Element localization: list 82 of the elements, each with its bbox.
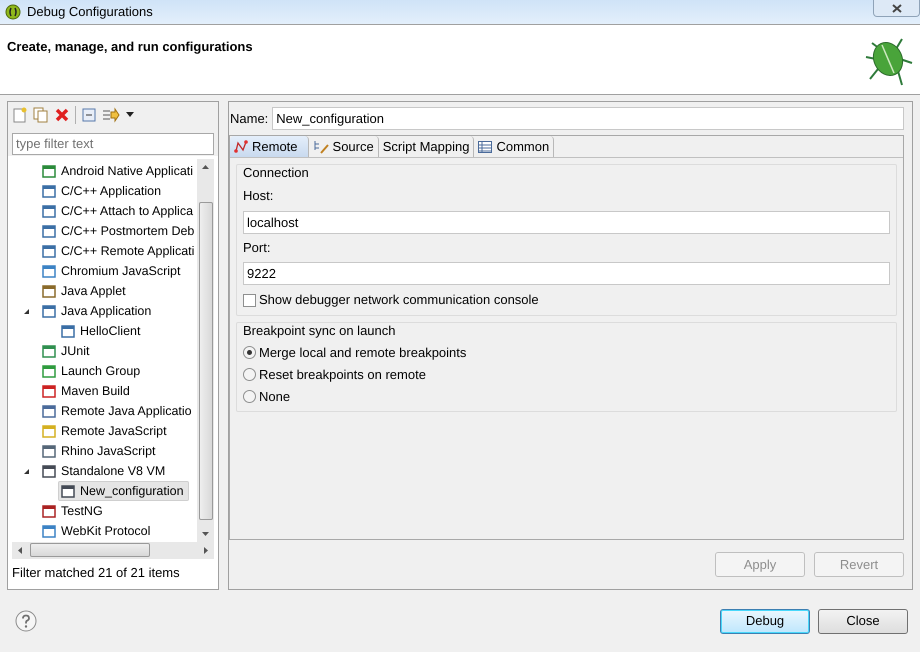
close-button[interactable] bbox=[873, 0, 920, 17]
radio-label: None bbox=[259, 388, 290, 406]
configuration-type-icon bbox=[42, 304, 56, 318]
configuration-type-icon bbox=[61, 324, 75, 338]
configuration-type-icon bbox=[42, 164, 56, 178]
tab[interactable]: Script Mapping bbox=[378, 136, 474, 158]
configuration-type-icon bbox=[42, 244, 56, 258]
configuration-type-icon bbox=[42, 464, 56, 478]
configuration-type-icon bbox=[42, 404, 56, 418]
tree-item[interactable]: C/C++ Attach to Applica bbox=[39, 201, 197, 222]
group-title: Connection bbox=[243, 165, 310, 182]
expand-toggle-icon[interactable] bbox=[22, 468, 30, 475]
configuration-type-icon bbox=[42, 184, 56, 198]
expand-toggle-icon[interactable] bbox=[22, 308, 30, 315]
vertical-scrollbar[interactable] bbox=[197, 159, 214, 542]
app-icon bbox=[5, 4, 21, 20]
radio-label: Merge local and remote breakpoints bbox=[259, 344, 466, 362]
tree-item[interactable]: Launch Group bbox=[39, 361, 146, 382]
tree-item[interactable]: Rhino JavaScript bbox=[39, 441, 160, 462]
dialog-button[interactable]: Close bbox=[818, 608, 908, 634]
filter-field[interactable]: type filter text bbox=[12, 132, 214, 155]
dropdown-caret-icon[interactable] bbox=[126, 112, 134, 118]
configuration-type-icon bbox=[61, 484, 75, 498]
scrollbar-thumb[interactable] bbox=[30, 543, 150, 558]
configuration-type-icon bbox=[42, 284, 56, 298]
header-title: Create, manage, and run configurations bbox=[7, 38, 253, 56]
configuration-type-icon bbox=[42, 204, 56, 218]
source-tree-icon bbox=[312, 140, 329, 154]
tree-item[interactable]: Chromium JavaScript bbox=[39, 261, 186, 282]
tree-item[interactable]: C/C++ Application bbox=[39, 181, 166, 202]
radio-label: Reset breakpoints on remote bbox=[259, 366, 426, 384]
radio-button[interactable] bbox=[243, 346, 256, 360]
window-title: Debug Configurations bbox=[27, 3, 153, 22]
connection-icon bbox=[234, 140, 248, 154]
port-label: Port: bbox=[243, 238, 272, 257]
help-icon[interactable] bbox=[15, 610, 37, 632]
tree-item[interactable]: JUnit bbox=[39, 341, 94, 362]
tab[interactable]: Source bbox=[308, 136, 379, 158]
group-title: Breakpoint sync on launch bbox=[243, 322, 396, 339]
filter-status: Filter matched 21 of 21 items bbox=[11, 564, 181, 582]
tree-item[interactable]: Java Application bbox=[39, 301, 156, 322]
checkbox-label: Show debugger network communication console bbox=[259, 291, 539, 310]
port-field[interactable]: 9222 bbox=[243, 262, 890, 286]
duplicate-icon[interactable] bbox=[33, 106, 49, 123]
tree-item[interactable]: Java Applet bbox=[39, 281, 131, 302]
checkbox[interactable] bbox=[243, 294, 256, 307]
configuration-type-icon bbox=[42, 524, 56, 538]
tree-item[interactable]: TestNG bbox=[39, 501, 108, 522]
tree-item[interactable]: Standalone V8 VM bbox=[39, 461, 170, 482]
delete-icon[interactable] bbox=[55, 108, 69, 122]
filter-icon[interactable] bbox=[102, 106, 120, 123]
tree-item[interactable]: Maven Build bbox=[39, 381, 135, 402]
tree-item[interactable]: C/C++ Remote Applicati bbox=[39, 241, 197, 262]
host-field[interactable]: localhost bbox=[243, 210, 890, 234]
radio-button[interactable] bbox=[243, 368, 256, 382]
tree-item[interactable]: HelloClient bbox=[58, 321, 146, 342]
tree-item[interactable]: WebKit Protocol bbox=[39, 521, 156, 542]
configuration-type-icon bbox=[42, 384, 56, 398]
horizontal-scrollbar[interactable] bbox=[12, 542, 214, 559]
configuration-type-icon bbox=[42, 224, 56, 238]
collapse-all-icon[interactable] bbox=[82, 108, 96, 122]
close-icon bbox=[892, 4, 902, 12]
tree-item[interactable]: Remote JavaScript bbox=[39, 421, 172, 442]
configuration-type-icon bbox=[42, 504, 56, 518]
tab[interactable]: Remote bbox=[230, 136, 309, 158]
host-label: Host: bbox=[243, 187, 274, 206]
configuration-type-icon bbox=[42, 444, 56, 458]
configuration-type-icon bbox=[42, 424, 56, 438]
scrollbar-thumb[interactable] bbox=[198, 202, 212, 520]
tree-item[interactable]: C/C++ Postmortem Deb bbox=[39, 221, 197, 242]
configuration-type-icon bbox=[42, 264, 56, 278]
tree-item[interactable]: New_configuration bbox=[58, 481, 189, 502]
configuration-type-icon bbox=[42, 344, 56, 358]
configuration-type-icon bbox=[42, 364, 56, 378]
name-field[interactable]: New_configuration bbox=[272, 107, 904, 130]
name-label: Name: bbox=[230, 110, 268, 128]
radio-button[interactable] bbox=[243, 390, 256, 404]
dialog-button[interactable]: Debug bbox=[720, 608, 810, 634]
new-configuration-icon[interactable] bbox=[13, 106, 27, 123]
tree-item[interactable]: Android Native Applicati bbox=[39, 161, 197, 182]
table-icon bbox=[478, 140, 492, 153]
tree-item[interactable]: Remote Java Applicatio bbox=[39, 401, 197, 422]
